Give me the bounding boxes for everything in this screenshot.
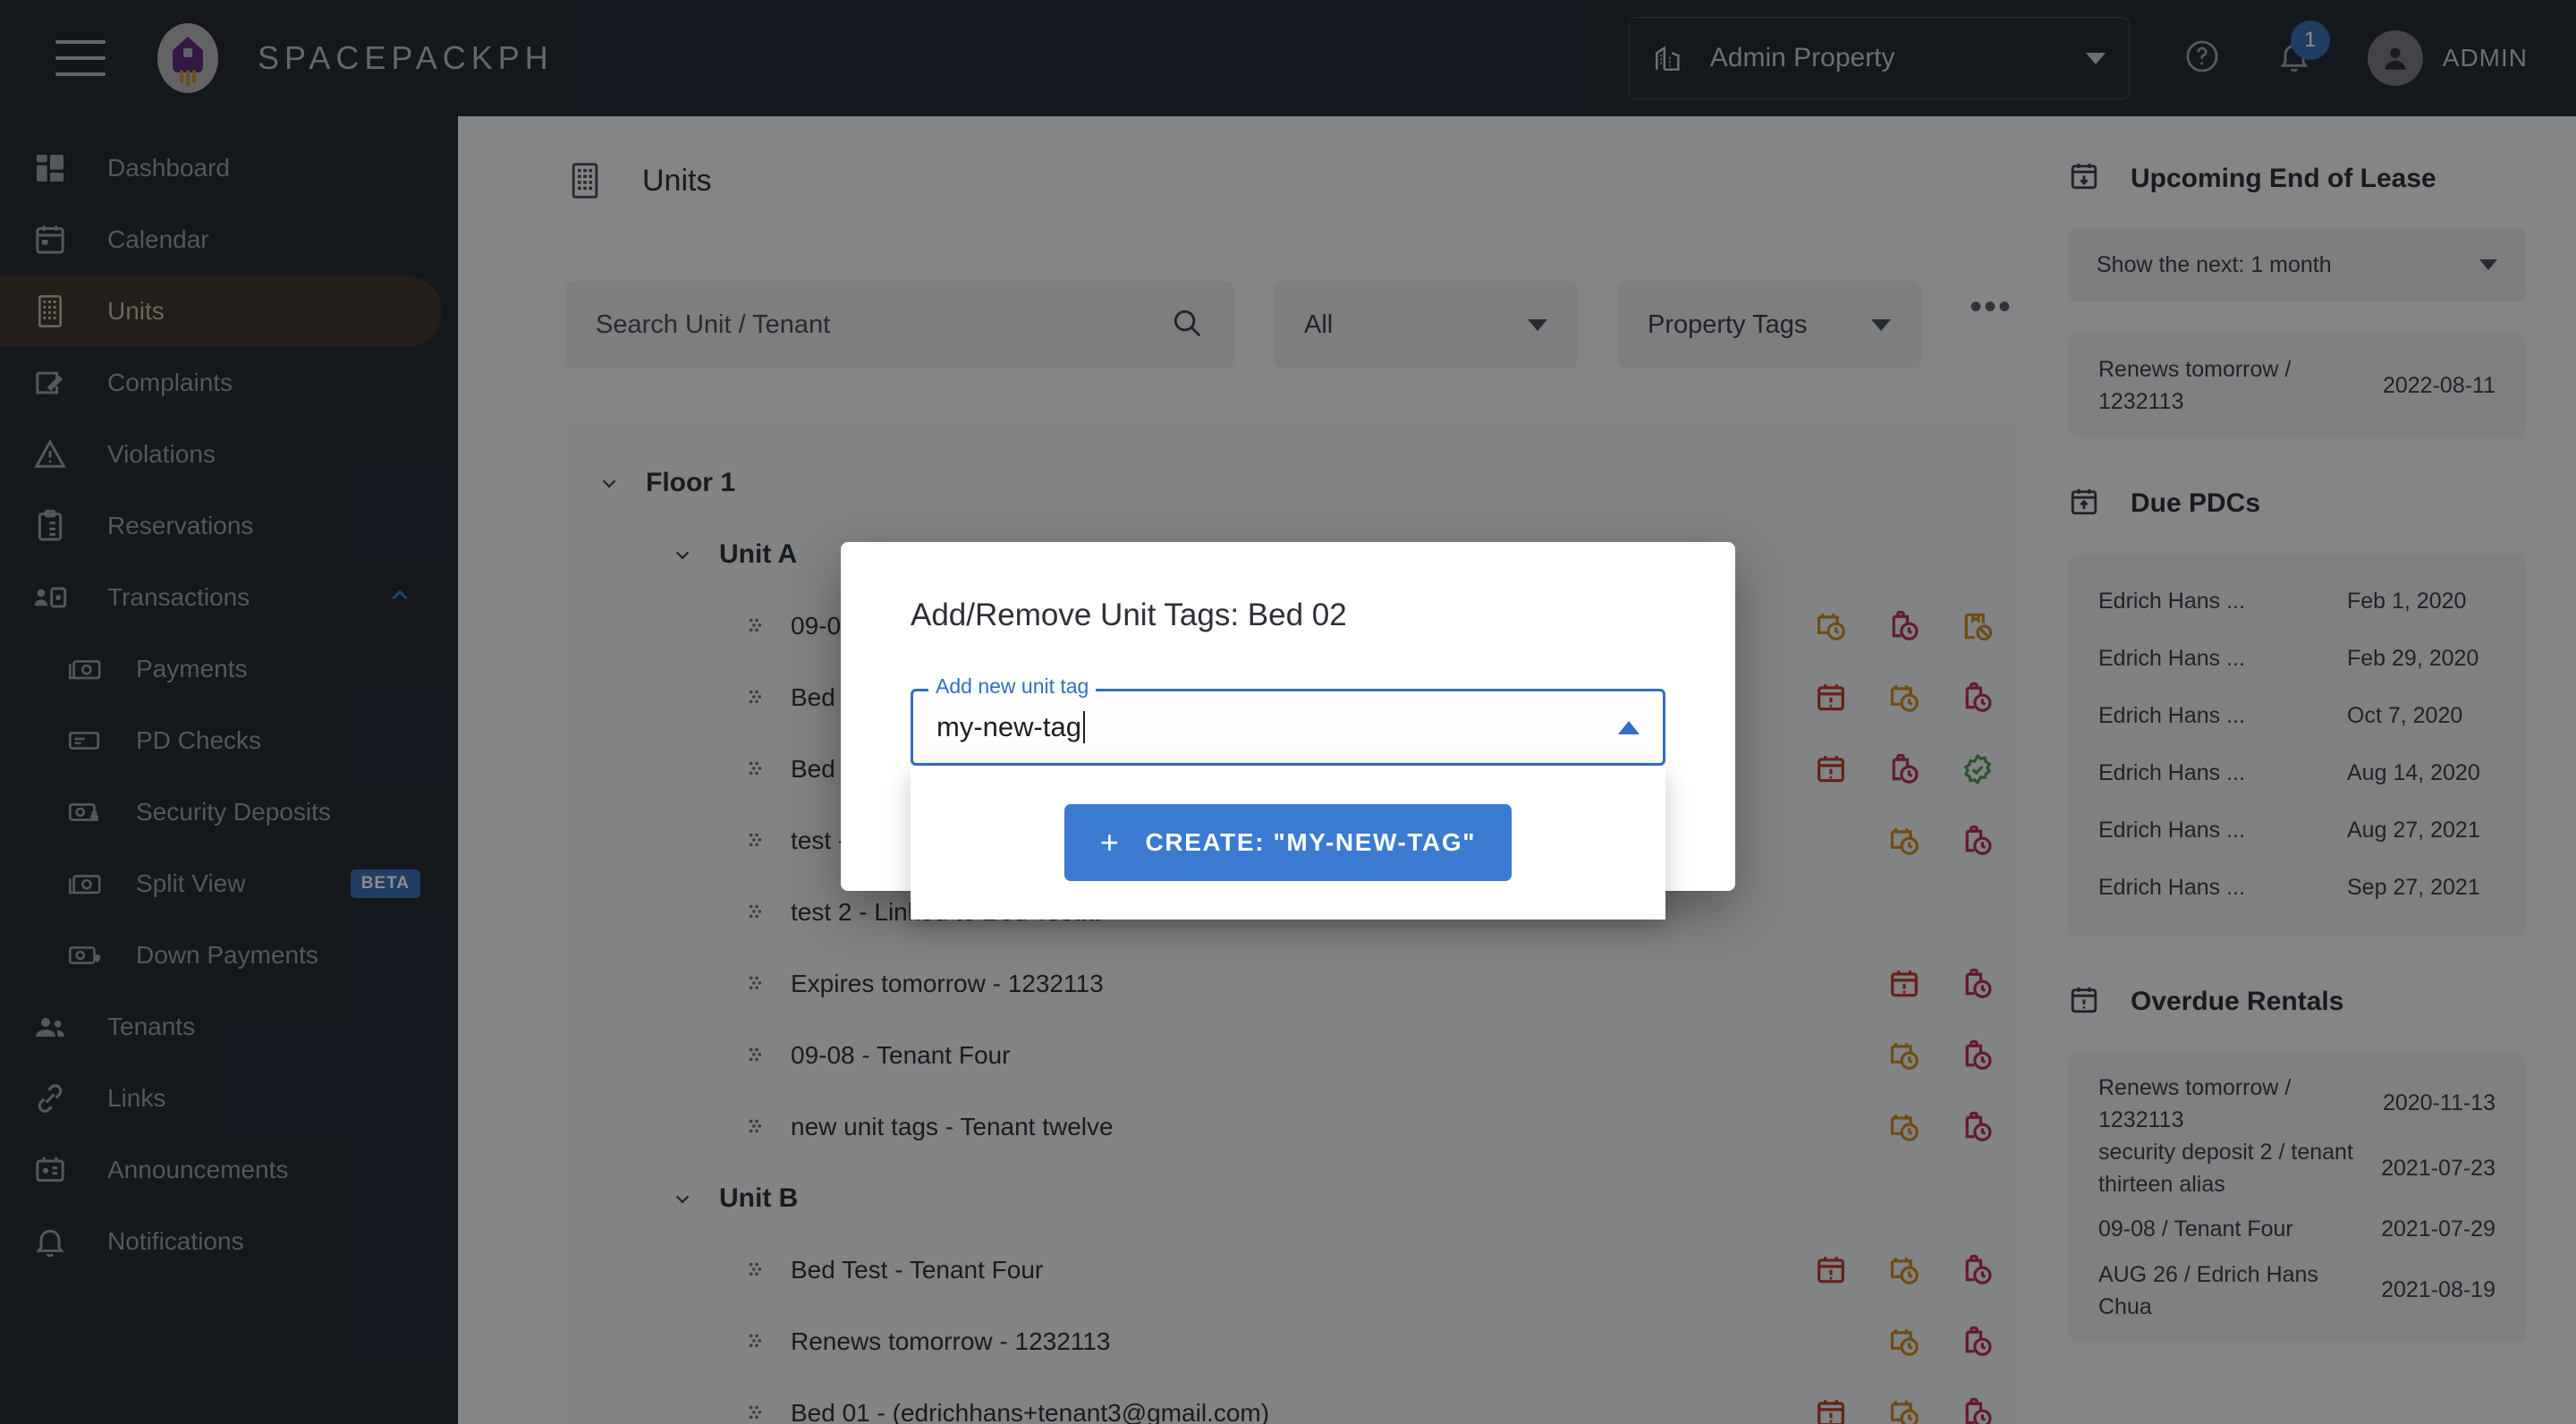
app-root: SPACEPACKPH Admin Property 1 ADMIN Dashb…: [0, 0, 2576, 1424]
unit-tags-modal: Add/Remove Unit Tags: Bed 02 Add new uni…: [841, 542, 1735, 920]
add-tag-field-wrap: Add new unit tag my-new-tag + CREATE: "M…: [911, 674, 1665, 920]
add-tag-legend: Add new unit tag: [928, 674, 1097, 699]
create-tag-label: CREATE: "MY-NEW-TAG": [1145, 828, 1477, 856]
text-caret: [1082, 711, 1085, 743]
modal-title: Add/Remove Unit Tags: Bed 02: [911, 598, 1347, 632]
plus-icon: +: [1099, 823, 1121, 860]
add-tag-value: my-new-tag: [936, 711, 1081, 742]
add-tag-input[interactable]: my-new-tag: [911, 689, 1665, 766]
tag-dropdown-panel: + CREATE: "MY-NEW-TAG": [911, 766, 1665, 920]
chevron-up-icon[interactable]: [1618, 720, 1640, 734]
create-tag-button[interactable]: + CREATE: "MY-NEW-TAG": [1064, 804, 1512, 881]
